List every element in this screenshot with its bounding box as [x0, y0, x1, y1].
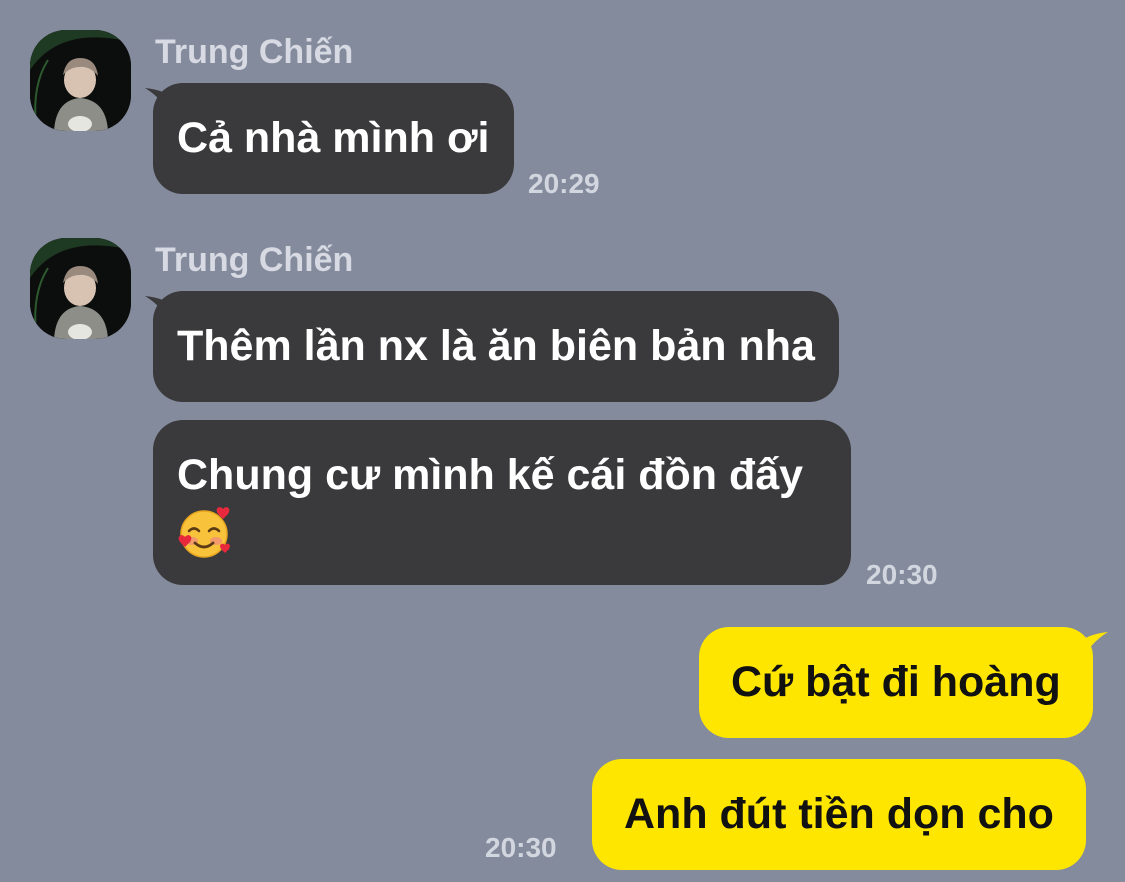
message-time: 20:29	[528, 168, 600, 199]
message-bubble[interactable]: Chung cư mình kế cái đồn đấy	[153, 420, 851, 585]
message-time: 20:30	[485, 832, 557, 863]
message-bubble-outgoing[interactable]: Cứ bật đi hoàng	[699, 627, 1093, 738]
bubble-tail	[1076, 632, 1108, 666]
chat-view[interactable]: Trung Chiến Cả nhà mình ơi 20:29 Trung C…	[0, 0, 1125, 882]
smiling-face-with-hearts-icon	[177, 505, 233, 559]
sender-name: Trung Chiến	[155, 241, 354, 279]
message-bubble-outgoing[interactable]: Anh đút tiền dọn cho	[592, 759, 1086, 870]
message-bubble[interactable]: Cả nhà mình ơi	[153, 83, 514, 194]
contact-avatar[interactable]	[30, 30, 131, 131]
contact-avatar[interactable]	[30, 238, 131, 339]
message-bubble[interactable]: Thêm lần nx là ăn biên bản nha	[153, 291, 839, 402]
message-text: Thêm lần nx là ăn biên bản nha	[177, 322, 815, 370]
message-text: Chung cư mình kế cái đồn đấy	[177, 451, 804, 499]
message-time: 20:30	[866, 559, 938, 590]
sender-name: Trung Chiến	[155, 33, 354, 71]
message-text: Cứ bật đi hoàng	[731, 658, 1061, 706]
avatar-photo-icon	[30, 30, 131, 131]
message-text: Anh đút tiền dọn cho	[624, 790, 1054, 838]
message-text: Cả nhà mình ơi	[177, 114, 490, 162]
avatar-photo-icon	[30, 238, 131, 339]
